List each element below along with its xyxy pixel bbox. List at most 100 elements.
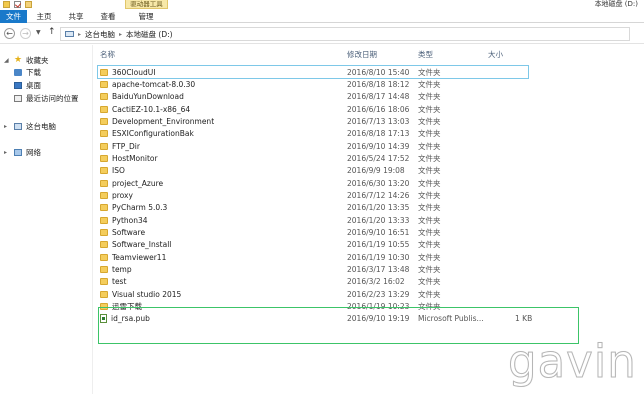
sidebar-item-network[interactable]: ▸ 网络 [4,147,41,158]
sidebar-label: 网络 [26,148,41,157]
item-date: 2016/1/20 13:33 [347,215,410,225]
folder-row[interactable]: proxy 2016/7/12 14:26 文件夹 [97,190,537,202]
item-name: ISO [112,166,125,176]
expand-icon[interactable]: ▸ [4,123,10,130]
up-button[interactable]: ↑ [48,27,56,37]
breadcrumb-this-pc[interactable]: 这台电脑 [85,29,115,40]
chevron-right-icon[interactable]: ▸ [119,31,122,38]
chevron-right-icon[interactable]: ▸ [78,31,81,38]
tab-share[interactable]: 共享 [64,10,88,23]
folder-row[interactable]: Python34 2016/1/20 13:33 文件夹 [97,214,537,226]
item-name: BaiduYunDownload [112,92,184,102]
folder-row[interactable]: temp 2016/3/17 13:48 文件夹 [97,264,537,276]
item-name-cell: project_Azure [100,179,163,188]
folder-icon [100,278,108,286]
new-folder-icon[interactable] [25,1,32,8]
drive-tools-context-tab[interactable]: 驱动器工具 [125,0,168,9]
item-date: 2016/3/2 16:02 [347,277,405,287]
column-header-name[interactable]: 名称 [100,49,115,60]
address-row: ← → ▼ ↑ ▸ 这台电脑 ▸ 本地磁盘 (D:) [0,24,644,44]
column-header-date[interactable]: 修改日期 [347,49,377,60]
item-type: 文件夹 [418,153,441,163]
item-type: 文件夹 [418,104,441,114]
folder-icon [100,229,108,237]
item-type: 文件夹 [418,141,441,151]
folder-row[interactable]: CactiEZ-10.1-x86_64 2016/6/16 18:06 文件夹 [97,103,537,115]
item-type: 文件夹 [418,116,441,126]
item-name-cell: Python34 [100,216,148,225]
folder-row[interactable]: ISO 2016/9/9 19:08 文件夹 [97,165,537,177]
item-type: 文件夹 [418,240,441,250]
column-header-size[interactable]: 大小 [488,49,503,60]
column-header-type[interactable]: 类型 [418,49,433,60]
folder-row[interactable]: Visual studio 2015 2016/2/23 13:29 文件夹 [97,288,537,300]
recent-locations-dropdown[interactable]: ▼ [36,29,41,36]
sidebar-label: 收藏夹 [26,56,49,65]
star-icon: ★ [14,55,23,65]
item-name-cell: Software [100,228,145,237]
item-type: 文件夹 [418,215,441,225]
item-name-cell: BaiduYunDownload [100,92,184,101]
item-date: 2016/6/16 18:06 [347,104,410,114]
folder-row[interactable]: ESXIConfigurationBak 2016/8/18 17:13 文件夹 [97,128,537,140]
collapse-icon[interactable]: ◢ [4,57,10,64]
tab-file[interactable]: 文件 [0,10,27,23]
folder-row[interactable]: HostMonitor 2016/5/24 17:52 文件夹 [97,152,537,164]
item-date: 2016/5/24 17:52 [347,153,410,163]
sidebar-item-downloads[interactable]: 下载 [14,67,41,78]
forward-button[interactable]: → [20,28,31,39]
item-date: 2016/7/12 14:26 [347,191,410,200]
recent-places-icon [14,95,22,102]
folder-icon [100,290,108,298]
item-type: 文件夹 [418,228,441,238]
properties-icon[interactable] [14,1,21,8]
folder-row[interactable]: project_Azure 2016/6/30 13:20 文件夹 [97,177,537,189]
item-type: 文件夹 [418,277,441,287]
sidebar-item-desktop[interactable]: 桌面 [14,80,41,91]
item-name-cell: PyCharm 5.0.3 [100,203,167,212]
sidebar-item-this-pc[interactable]: ▸ 这台电脑 [4,121,56,132]
item-type: 文件夹 [418,178,441,188]
folder-row[interactable]: apache-tomcat-8.0.30 2016/8/18 18:12 文件夹 [97,78,537,90]
sidebar-label: 桌面 [26,81,41,90]
folder-icon [100,253,108,261]
folder-row[interactable]: 360CloudUI 2016/8/10 15:40 文件夹 [97,66,537,78]
breadcrumb-drive-d[interactable]: 本地磁盘 (D:) [126,29,173,40]
folder-icon [100,117,108,125]
back-button[interactable]: ← [4,28,15,39]
folder-row[interactable]: PyCharm 5.0.3 2016/1/20 13:35 文件夹 [97,202,537,214]
item-name: Python34 [112,215,148,225]
sidebar-label: 下载 [26,68,41,77]
tab-home[interactable]: 主页 [32,10,56,23]
folder-row[interactable]: FTP_Dir 2016/9/10 14:39 文件夹 [97,140,537,152]
item-date: 2016/6/30 13:20 [347,178,410,188]
item-name: test [112,277,127,287]
tab-manage[interactable]: 管理 [134,10,158,23]
folder-icon[interactable] [3,1,10,8]
folder-icon [100,192,108,199]
tab-view[interactable]: 查看 [96,10,120,23]
folder-row[interactable]: Software_Install 2016/1/19 10:55 文件夹 [97,239,537,251]
navigation-pane: ◢ ★ 收藏夹 下载 桌面 最近访问的位置 ▸ 这台电脑 ▸ 网络 [0,45,93,394]
folder-icon [100,154,108,162]
sidebar-item-recent[interactable]: 最近访问的位置 [14,93,79,104]
folder-icon [100,241,108,249]
folder-row[interactable]: Teamviewer11 2016/1/19 10:30 文件夹 [97,251,537,263]
item-name-cell: CactiEZ-10.1-x86_64 [100,105,190,114]
sidebar-item-favorites[interactable]: ◢ ★ 收藏夹 [4,55,49,66]
network-icon [14,149,22,156]
folder-row[interactable]: test 2016/3/2 16:02 文件夹 [97,276,537,288]
item-name: Development_Environment [112,116,215,126]
item-date: 2016/3/17 13:48 [347,265,410,275]
folder-icon [100,105,108,113]
address-bar[interactable]: ▸ 这台电脑 ▸ 本地磁盘 (D:) [60,27,630,41]
folder-row[interactable]: Software 2016/9/10 16:51 文件夹 [97,227,537,239]
folder-row[interactable]: Development_Environment 2016/7/13 13:03 文件… [97,115,537,127]
item-name-cell: Development_Environment [100,117,214,126]
column-header-row: 名称 修改日期 类型 大小 [96,46,636,60]
expand-icon[interactable]: ▸ [4,149,10,156]
folder-row[interactable]: BaiduYunDownload 2016/8/17 14:48 文件夹 [97,91,537,103]
item-name-cell: HostMonitor [100,154,158,163]
item-type: 文件夹 [418,79,441,89]
sidebar-label: 最近访问的位置 [26,94,79,103]
